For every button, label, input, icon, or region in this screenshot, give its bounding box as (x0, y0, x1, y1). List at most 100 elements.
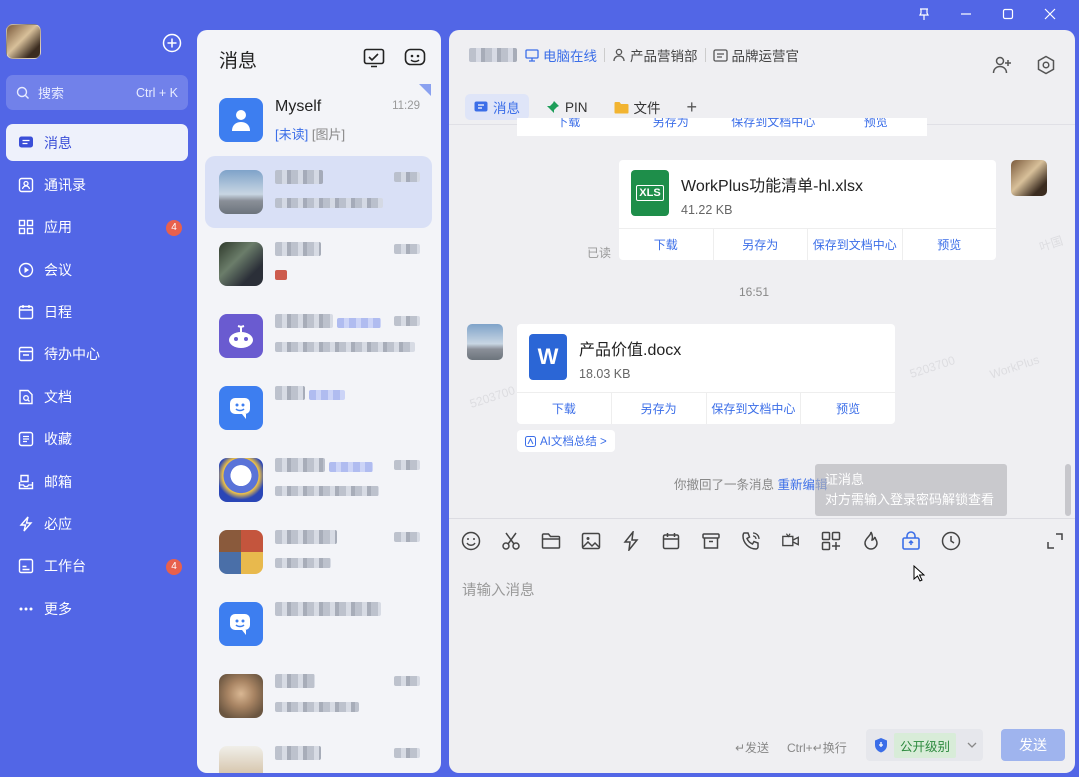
ai-summary-button[interactable]: AI文档总结 > (517, 430, 615, 452)
sidebar-item-workbench[interactable]: 工作台 4 (6, 548, 188, 585)
tab-files[interactable]: 文件 (605, 94, 670, 120)
sidebar-item-meeting[interactable]: 会议 (6, 251, 188, 288)
avatar (219, 242, 263, 286)
conversation-item[interactable] (205, 300, 432, 372)
conversation-item[interactable] (205, 228, 432, 300)
conversation-item[interactable] (205, 444, 432, 516)
save-to-docs-button[interactable]: 保存到文档中心 (808, 229, 903, 260)
save-as-button[interactable]: 另存为 (714, 229, 808, 260)
download-button[interactable]: 下载 (619, 229, 714, 260)
sidebar-item-label: 会议 (44, 261, 72, 278)
phone-icon[interactable] (741, 531, 761, 551)
security-level-select[interactable]: 公开级别 (866, 729, 983, 761)
save-to-docs-button[interactable]: 保存到文档中心 (722, 118, 825, 136)
sidebar-item-mail[interactable]: 邮箱 (6, 463, 188, 500)
bot-chat-icon[interactable] (404, 48, 426, 68)
settings-icon[interactable] (1036, 55, 1056, 75)
sidebar-item-favorites[interactable]: 收藏 (6, 421, 188, 458)
conversation-item[interactable] (205, 372, 432, 444)
send-button[interactable]: 发送 (1001, 729, 1065, 761)
file-message-docx[interactable]: W 产品价值.docx 18.03 KB 下载 另存为 保存到文档中心 预览 (517, 324, 895, 424)
conversation-item[interactable] (205, 156, 432, 228)
file-size: 41.22 KB (681, 203, 733, 217)
save-to-docs-button[interactable]: 保存到文档中心 (707, 393, 802, 424)
conversation-panel: 消息 Myself 11:29 [未读] [图片] (197, 30, 441, 773)
workbench-icon (17, 557, 35, 575)
sidebar-item-calendar[interactable]: 日程 (6, 294, 188, 331)
burn-after-read-icon[interactable] (861, 531, 881, 551)
preview-button[interactable]: 预览 (801, 393, 895, 424)
read-status: 已读 (587, 246, 612, 260)
avatar (219, 314, 263, 358)
image-icon[interactable] (581, 531, 601, 551)
screen-share-icon[interactable] (821, 531, 841, 551)
org-icon (613, 48, 625, 62)
sidebar-item-lightning[interactable]: 必应 (6, 506, 188, 543)
pin-icon[interactable] (905, 4, 943, 24)
search-box[interactable]: 搜索 Ctrl + K (6, 75, 188, 110)
conversation-item[interactable] (205, 516, 432, 588)
conversation-preview-blurred (275, 196, 383, 211)
download-button[interactable]: 下载 (517, 393, 612, 424)
composer: 请输入消息 ↵发送 Ctrl+↵换行 公开级别 发送 (449, 518, 1075, 773)
download-button[interactable]: 下载 (517, 118, 620, 136)
conversation-name-blurred (275, 386, 346, 405)
document-icon (17, 388, 35, 406)
video-icon[interactable] (781, 531, 801, 551)
sidebar-item-document[interactable]: 文档 (6, 378, 188, 415)
tab-messages[interactable]: 消息 (465, 94, 529, 120)
minimize-icon[interactable] (947, 4, 985, 24)
add-tab-button[interactable]: + (678, 94, 707, 120)
conversation-item-myself[interactable]: Myself 11:29 [未读] [图片] (205, 84, 432, 156)
sidebar-item-todo[interactable]: 待办中心 (6, 336, 188, 373)
avatar (219, 746, 263, 773)
contact-avatar[interactable] (467, 324, 503, 360)
watermark: 5203700 (467, 383, 517, 411)
sidebar-item-contacts[interactable]: 通讯录 (6, 166, 188, 203)
preview-button[interactable]: 预览 (825, 118, 928, 136)
calendar-icon[interactable] (661, 531, 681, 551)
archive-icon[interactable] (701, 531, 721, 551)
conversation-item[interactable] (205, 660, 432, 732)
lightning-icon[interactable] (621, 531, 641, 551)
close-icon[interactable] (1031, 4, 1069, 24)
scissors-icon[interactable] (501, 531, 521, 551)
sidebar-item-label: 通讯录 (44, 176, 86, 193)
save-as-button[interactable]: 另存为 (612, 393, 707, 424)
sidebar-item-more[interactable]: 更多 (6, 590, 188, 627)
add-icon[interactable] (162, 33, 182, 53)
signature-icon[interactable] (363, 48, 385, 68)
maximize-icon[interactable] (989, 4, 1027, 24)
chevron-down-icon (967, 742, 977, 748)
calendar-icon (17, 303, 35, 321)
conversation-item[interactable] (205, 732, 432, 773)
role: 品牌运营官 (712, 45, 799, 65)
clock-icon[interactable] (941, 531, 961, 551)
sidebar-item-apps[interactable]: 应用 4 (6, 209, 188, 246)
user-avatar[interactable] (6, 24, 41, 59)
conversation-name: Myself (275, 98, 322, 115)
save-as-button[interactable]: 另存为 (620, 118, 723, 136)
file-message-xlsx[interactable]: XLS WorkPlus功能清单-hl.xlsx 41.22 KB 下载 另存为… (619, 160, 996, 260)
sidebar-item-message[interactable]: 消息 (6, 124, 188, 161)
preview-button[interactable]: 预览 (903, 229, 997, 260)
favorites-icon (17, 430, 35, 448)
file-name: 产品价值.docx (579, 342, 682, 359)
conversation-item[interactable] (205, 588, 432, 660)
message-input[interactable]: 请输入消息 (462, 579, 535, 600)
sidebar-item-label: 必应 (44, 516, 72, 533)
lock-icon[interactable] (901, 531, 921, 551)
add-member-icon[interactable] (992, 55, 1012, 75)
mouse-cursor-icon (913, 565, 925, 583)
my-avatar[interactable] (1011, 160, 1047, 196)
expand-icon[interactable] (1047, 533, 1063, 549)
shield-icon (875, 738, 887, 753)
conversation-preview-blurred (275, 268, 287, 283)
todo-icon (17, 345, 35, 363)
recall-notice: 你撤回了一条消息 重新编辑 (674, 478, 828, 492)
scrollbar[interactable] (1065, 464, 1071, 516)
tab-pin[interactable]: PIN (537, 94, 597, 120)
emoji-icon[interactable] (461, 531, 481, 551)
folder-icon[interactable] (541, 531, 561, 551)
id-card-icon (712, 48, 728, 62)
